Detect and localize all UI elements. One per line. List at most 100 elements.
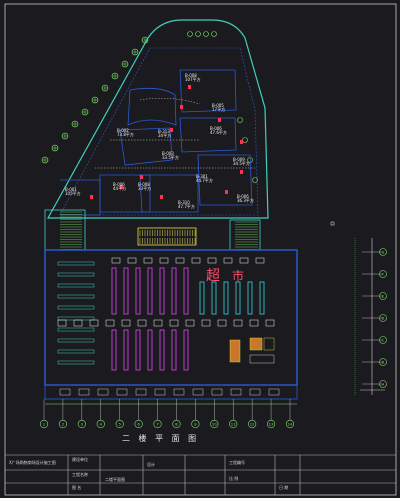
display-cabinet xyxy=(73,319,83,327)
display-cabinet xyxy=(111,257,121,264)
display-cabinet xyxy=(249,319,259,327)
shelf xyxy=(147,329,153,371)
shelf xyxy=(57,316,95,321)
tree-icon xyxy=(111,72,119,80)
shop-label: B-008 107平方 xyxy=(185,74,201,82)
checkout-counter xyxy=(268,388,280,396)
shop-label: B-006 47.6平方 xyxy=(210,127,227,135)
grid-label: 9 xyxy=(194,422,197,427)
shop-area: 105平方 xyxy=(65,191,81,196)
grid-label: A xyxy=(382,382,385,386)
tree-icon xyxy=(237,117,243,123)
supermarket-label-1: 超 xyxy=(206,268,220,284)
shop-label: B-313 34平方 xyxy=(158,130,171,138)
right-grid: G F E D C B A xyxy=(354,238,387,395)
checkout-area xyxy=(229,337,275,364)
shop-area: 33平方 xyxy=(138,186,152,191)
shelf xyxy=(123,329,129,371)
grid-label: 5 xyxy=(118,422,121,427)
shelf xyxy=(57,283,95,288)
shelf xyxy=(57,294,95,299)
designer-label: 设计 xyxy=(147,462,155,467)
tree-icon xyxy=(131,48,139,56)
red-mark xyxy=(240,170,243,174)
display-cabinet xyxy=(207,257,217,264)
display-cabinet xyxy=(121,319,131,327)
shelf xyxy=(247,281,253,315)
grid-label: 4 xyxy=(100,422,103,427)
shelf xyxy=(57,272,95,277)
grid-label: 12 xyxy=(250,422,255,427)
tree-icon xyxy=(81,108,89,116)
project-name: X广场购物商场设计施工图 xyxy=(9,460,56,465)
supermarket-outline xyxy=(44,249,298,386)
display-cabinet xyxy=(239,257,249,264)
shop-area: 107平方 xyxy=(185,77,201,82)
shop-label: B-008 33平方 xyxy=(138,183,151,191)
shelf xyxy=(111,329,117,371)
shelf xyxy=(171,329,177,371)
shelf xyxy=(111,267,117,315)
checkout-counter xyxy=(135,388,147,396)
red-mark xyxy=(188,85,191,89)
tree-icon xyxy=(141,36,149,44)
shelf xyxy=(183,267,189,315)
shop-label: B-006 36.3平方 xyxy=(237,195,254,203)
checkout-counter xyxy=(173,388,185,396)
display-cabinet xyxy=(233,319,243,327)
shop-label: B-003 33.5平方 xyxy=(162,152,179,160)
shelf xyxy=(135,267,141,315)
owner-label: 建设单位 xyxy=(72,457,88,462)
tree-icon xyxy=(71,120,79,128)
project-label: 工程名称 xyxy=(72,472,88,477)
supermarket-label-2: 市 xyxy=(232,269,245,283)
red-mark xyxy=(160,195,163,199)
grid-label: 14 xyxy=(288,422,293,427)
drawing-title: 二 楼 平 面 图 xyxy=(122,434,200,443)
tree-icon xyxy=(61,132,69,140)
shop-area: 36.3平方 xyxy=(237,198,254,203)
shelf xyxy=(211,281,217,315)
drawing-no-label: 工程编号 xyxy=(229,460,245,465)
shelving xyxy=(57,257,280,396)
red-mark xyxy=(218,118,221,122)
red-mark xyxy=(90,195,93,199)
shop-partitions xyxy=(60,69,253,216)
checkout-counter xyxy=(154,388,166,396)
display-cabinet xyxy=(265,319,275,327)
grid-label: 1 xyxy=(43,422,46,427)
shelf xyxy=(183,329,189,371)
shelf xyxy=(223,281,229,315)
display-cabinet xyxy=(201,319,211,327)
shelf xyxy=(259,281,265,315)
red-mark xyxy=(180,105,183,109)
shelf xyxy=(135,329,141,371)
tree-icon xyxy=(195,31,201,37)
checkout-counter xyxy=(116,388,128,396)
grid-label: G xyxy=(382,250,385,254)
display-cabinet xyxy=(185,319,195,327)
display-cabinet xyxy=(223,257,233,264)
grid-label: 13 xyxy=(269,422,274,427)
display-cabinet xyxy=(143,257,153,264)
shop-area: 33.5平方 xyxy=(162,155,179,160)
shop-area: 44.7平方 xyxy=(196,178,213,183)
grid-label: C xyxy=(382,338,385,342)
grid-label: F xyxy=(382,272,384,276)
grid-label: D xyxy=(382,316,385,320)
shelf xyxy=(159,267,165,315)
shop-label: B-002 73.8平方 xyxy=(117,129,134,137)
grid-label: 11 xyxy=(231,422,236,427)
shop-label: B-005 17平方 xyxy=(212,104,225,112)
date-label: 日 期 xyxy=(279,485,289,490)
checkout-counter xyxy=(59,388,71,396)
shop-area: 44平方 xyxy=(113,186,127,191)
red-mark xyxy=(140,175,143,179)
display-cabinet xyxy=(137,319,147,327)
shelf xyxy=(57,261,95,266)
shop-area: 17平方 xyxy=(212,107,226,112)
display-cabinet xyxy=(191,257,201,264)
marker xyxy=(330,221,335,226)
grid-label: B xyxy=(382,360,385,364)
shelf xyxy=(199,281,205,315)
